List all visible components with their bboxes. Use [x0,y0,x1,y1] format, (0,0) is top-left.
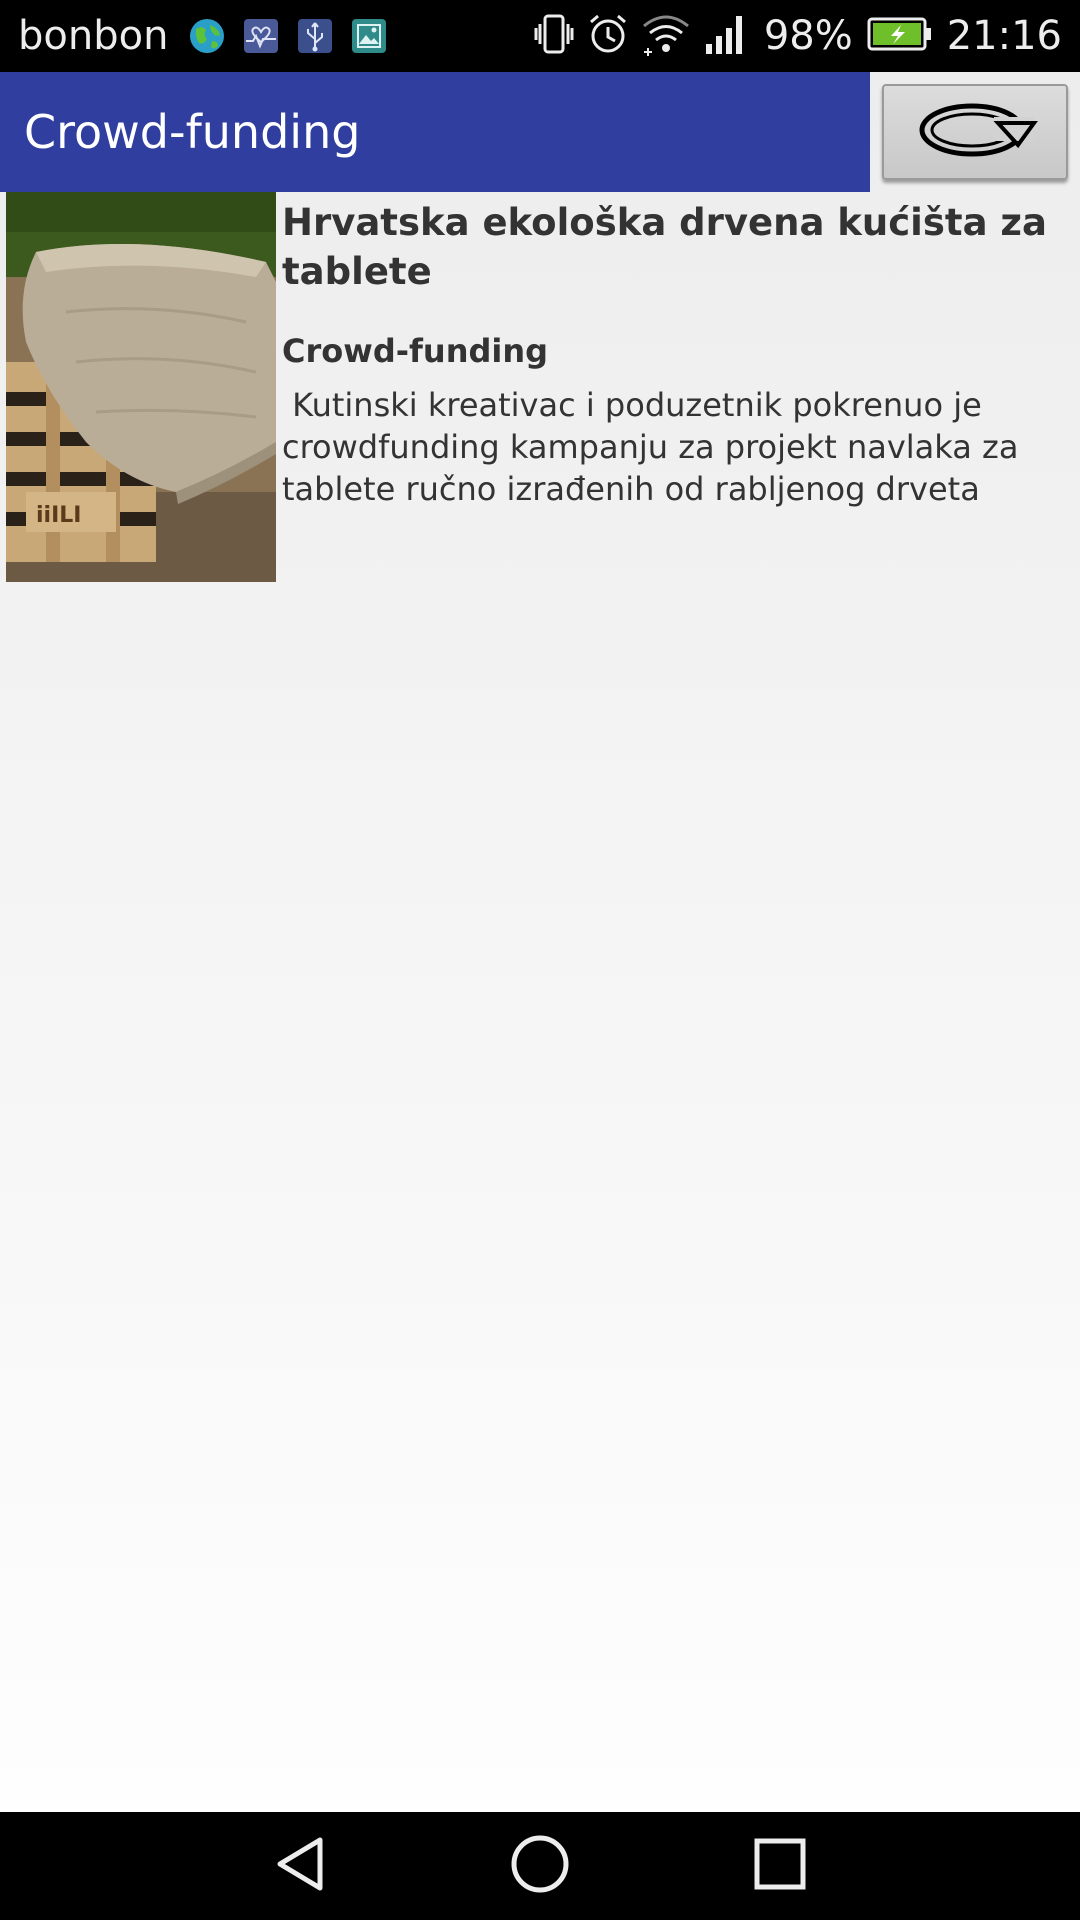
home-button[interactable] [480,1812,600,1920]
battery-charging-icon [867,16,933,56]
gallery-icon [350,17,388,55]
status-right: 98% 21:16 [534,0,1062,72]
back-button[interactable] [240,1812,360,1920]
usb-icon [296,17,334,55]
screen: bonbon 98% 21:16 Crowd-funding iiILI Hrv… [0,0,1080,1920]
refresh-button[interactable] [882,84,1068,180]
alarm-icon [588,12,628,60]
app-bar: Crowd-funding [0,72,870,192]
health-icon [242,17,280,55]
status-left: bonbon [18,0,388,72]
globe-icon [188,17,226,55]
recents-button[interactable] [720,1812,840,1920]
carrier-name: bonbon [18,13,169,59]
article-description: Kutinski kreativac i poduzetnik pokrenuo… [282,386,1029,508]
clock: 21:16 [946,13,1062,59]
back-icon [272,1834,328,1898]
article-title: Hrvatska ekološka drvena kućišta za tabl… [282,201,1047,293]
navigation-bar [0,1812,1080,1920]
article-text: Hrvatska ekološka drvena kućišta za tabl… [282,192,1062,510]
refresh-icon [910,95,1040,169]
article-category: Crowd-funding [282,332,549,370]
vibrate-icon [534,12,574,60]
signal-icon [704,12,750,60]
list-item[interactable]: iiILI Hrvatska ekološka drvena kućišta z… [0,192,1080,582]
wifi-icon [642,12,690,60]
status-bar: bonbon 98% 21:16 [0,0,1080,72]
home-icon [509,1833,571,1899]
svg-text:iiILI: iiILI [36,503,81,528]
battery-percent: 98% [763,13,853,59]
article-thumbnail: iiILI [6,192,276,582]
app-title: Crowd-funding [24,105,361,159]
recents-icon [752,1836,808,1896]
